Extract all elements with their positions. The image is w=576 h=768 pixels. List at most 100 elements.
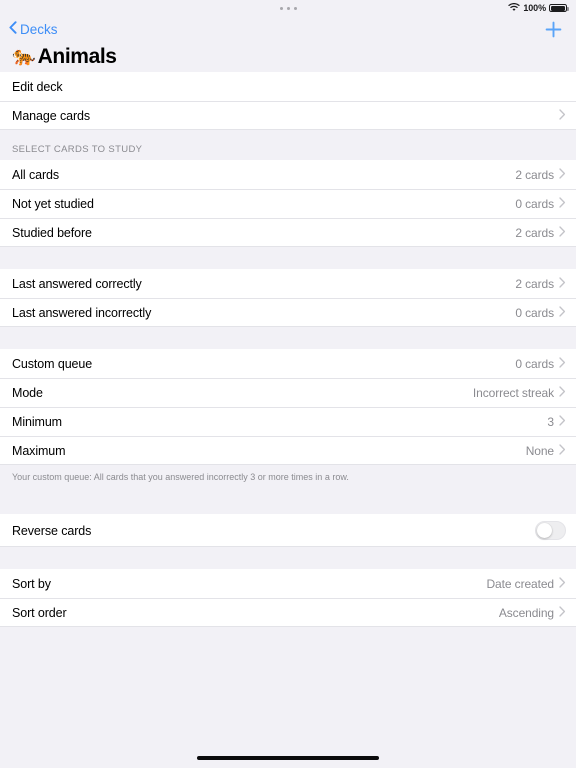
chevron-right-icon — [559, 195, 566, 213]
page-title: 🐅 Animals — [0, 42, 576, 72]
chevron-right-icon — [559, 224, 566, 242]
deck-emoji-icon: 🐅 — [12, 45, 36, 67]
chevron-right-icon — [559, 275, 566, 293]
list-item-accessory: Date created — [486, 575, 566, 593]
add-button[interactable] — [543, 19, 564, 40]
list-item[interactable]: Studied before 2 cards — [0, 218, 576, 247]
list-item-value: None — [525, 443, 554, 458]
list-item-accessory: 3 — [547, 413, 566, 431]
list-item-accessory: 0 cards — [515, 195, 566, 213]
list-item-accessory: None — [526, 442, 566, 460]
list-item-accessory: 0 cards — [515, 355, 566, 373]
list-item[interactable]: Reverse cards — [0, 514, 576, 548]
app-screen: 100% Decks 🐅 Animals Edit deck Manage ca… — [0, 0, 576, 768]
navigation-bar: Decks — [0, 16, 576, 42]
list-item-value: Date created — [486, 576, 554, 591]
list-item[interactable]: Manage cards — [0, 101, 576, 130]
list-item-value: 2 cards — [515, 276, 554, 291]
list-item[interactable]: Maximum None — [0, 436, 576, 465]
settings-section: Custom queue 0 cards Mode Incorrect streak M… — [0, 349, 576, 465]
settings-list: Edit deck Manage cards SELECT CARDS TO STU… — [0, 72, 576, 748]
list-item-accessory: 2 cards — [515, 166, 566, 184]
chevron-right-icon — [559, 413, 566, 431]
list-item-label: Last answered correctly — [12, 276, 142, 291]
list-item-label: All cards — [12, 167, 60, 182]
list-item[interactable]: Minimum 3 — [0, 407, 576, 436]
chevron-right-icon — [559, 304, 566, 322]
settings-section: All cards 2 cards Not yet studied 0 cards St… — [0, 160, 576, 247]
list-item-value: 2 cards — [515, 167, 554, 182]
settings-section: Edit deck Manage cards — [0, 72, 576, 130]
list-item-value: 0 cards — [515, 305, 554, 320]
chevron-right-icon — [559, 575, 566, 593]
section-header: SELECT CARDS TO STUDY — [0, 130, 576, 160]
list-item-label: Edit deck — [12, 79, 63, 94]
chevron-right-icon — [559, 384, 566, 402]
list-item-accessory: Ascending — [499, 604, 566, 622]
home-indicator[interactable] — [197, 756, 379, 760]
settings-section: Reverse cards — [0, 514, 576, 548]
deck-title-label: Animals — [37, 44, 117, 68]
list-item[interactable]: Edit deck — [0, 72, 576, 101]
list-item[interactable]: Last answered incorrectly 0 cards — [0, 298, 576, 327]
toggle-knob — [537, 523, 552, 539]
section-gap — [0, 247, 576, 269]
list-item[interactable]: Mode Incorrect streak — [0, 378, 576, 407]
list-item-value: Ascending — [498, 605, 554, 620]
list-item-label: Sort by — [12, 576, 51, 591]
list-item-label: Mode — [12, 385, 43, 400]
list-item-value: 2 cards — [515, 225, 554, 240]
chevron-right-icon — [559, 442, 566, 460]
list-item-accessory: 2 cards — [515, 224, 566, 242]
accessory-spacer — [557, 86, 566, 87]
wifi-icon — [508, 2, 520, 14]
list-item-value: 3 — [547, 414, 554, 429]
chevron-right-icon — [559, 107, 566, 125]
list-item-accessory — [559, 107, 566, 125]
chevron-right-icon — [559, 166, 566, 184]
list-item[interactable]: Sort by Date created — [0, 569, 576, 599]
list-item-value: 0 cards — [515, 356, 554, 371]
home-indicator-area — [0, 748, 576, 768]
settings-section: Last answered correctly 2 cards Last answe… — [0, 269, 576, 327]
back-button-decks[interactable]: Decks — [9, 21, 58, 37]
list-item[interactable]: Sort order Ascending — [0, 598, 576, 628]
settings-section: Sort by Date created Sort order Ascending — [0, 569, 576, 628]
reverse-cards-toggle[interactable] — [535, 521, 566, 541]
list-item-label: Last answered incorrectly — [12, 305, 152, 320]
section-gap — [0, 547, 576, 570]
chevron-right-icon — [559, 604, 566, 622]
section-footer: Your custom queue: All cards that you an… — [0, 465, 576, 493]
list-item-accessory — [557, 86, 566, 87]
list-item-accessory: 2 cards — [515, 275, 566, 293]
back-button-label: Decks — [20, 21, 58, 37]
list-item-value: 0 cards — [515, 196, 554, 211]
list-item-label: Maximum — [12, 443, 66, 458]
battery-full-icon — [549, 3, 569, 13]
list-item-label: Studied before — [12, 225, 92, 240]
list-item-accessory: Incorrect streak — [473, 384, 566, 402]
list-item-label: Reverse cards — [12, 523, 92, 538]
list-item-accessory: 0 cards — [515, 304, 566, 322]
multitasking-dots-icon[interactable] — [279, 6, 297, 10]
list-item-value: Incorrect streak — [472, 385, 554, 400]
plus-icon — [545, 21, 562, 42]
list-item-label: Custom queue — [12, 356, 93, 371]
list-item-label: Not yet studied — [12, 196, 94, 211]
list-item-label: Sort order — [12, 605, 67, 620]
chevron-left-icon — [9, 21, 17, 37]
battery-percent-label: 100% — [523, 3, 546, 13]
list-item-label: Minimum — [12, 414, 62, 429]
multitasking-handle[interactable] — [0, 0, 576, 16]
list-item[interactable]: Custom queue 0 cards — [0, 349, 576, 378]
list-item[interactable]: Not yet studied 0 cards — [0, 189, 576, 218]
list-item-label: Manage cards — [12, 108, 91, 123]
list-item[interactable]: Last answered correctly 2 cards — [0, 269, 576, 298]
list-item-accessory — [535, 521, 566, 541]
list-item[interactable]: All cards 2 cards — [0, 160, 576, 189]
section-gap — [0, 327, 576, 349]
chevron-right-icon — [559, 355, 566, 373]
status-bar-right: 100% — [508, 2, 569, 14]
section-gap — [0, 492, 576, 515]
status-bar: 100% — [0, 0, 576, 16]
